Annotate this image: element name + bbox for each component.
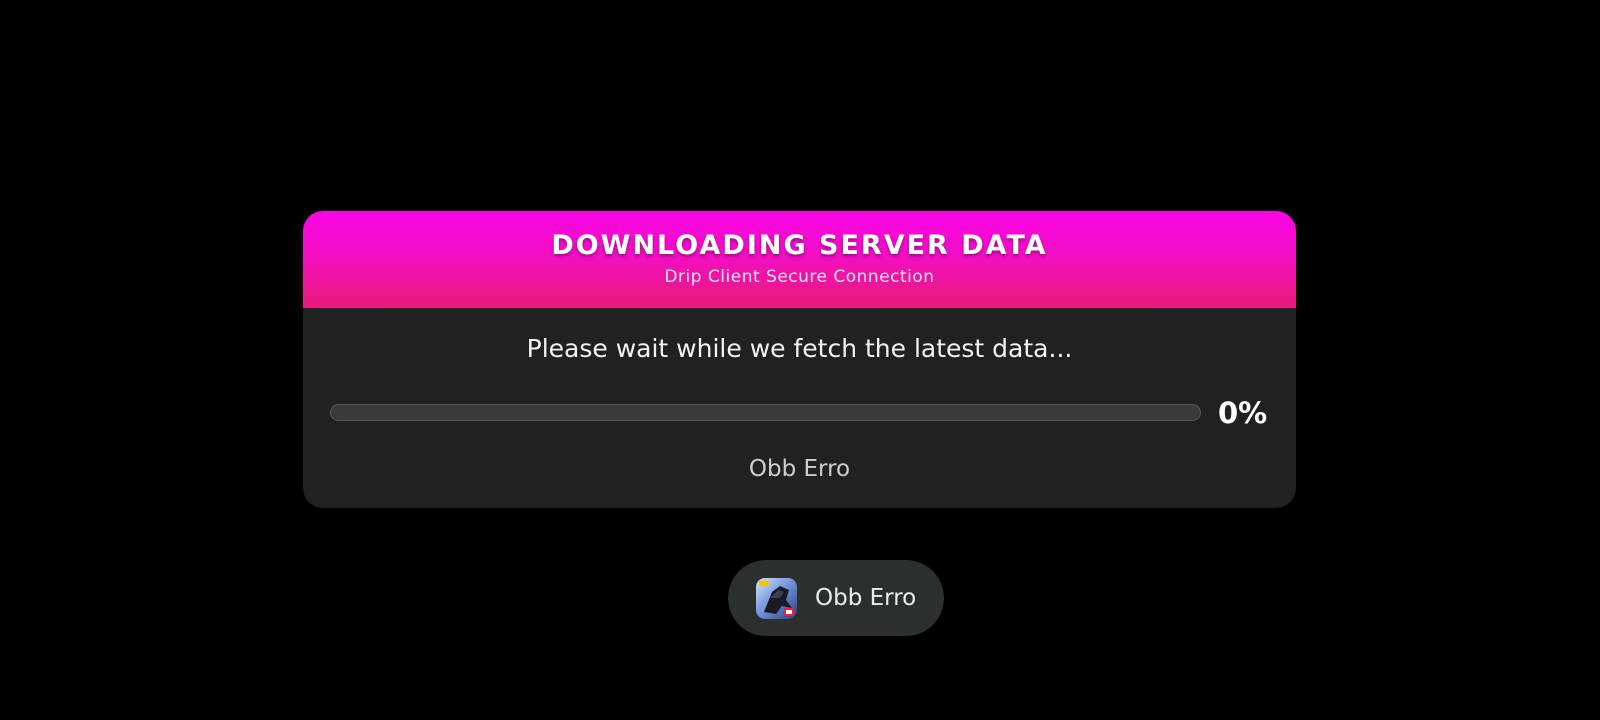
dialog-body: Please wait while we fetch the latest da… bbox=[303, 308, 1296, 508]
download-dialog: DOWNLOADING SERVER DATA Drip Client Secu… bbox=[303, 211, 1296, 508]
app-icon bbox=[756, 577, 797, 619]
status-text: Obb Erro bbox=[748, 456, 851, 482]
progress-percent: 0% bbox=[1218, 396, 1268, 430]
dialog-header: DOWNLOADING SERVER DATA Drip Client Secu… bbox=[303, 211, 1296, 308]
dialog-subtitle: Drip Client Secure Connection bbox=[664, 267, 935, 287]
toast-text: Obb Erro bbox=[815, 585, 917, 611]
wait-message: Please wait while we fetch the latest da… bbox=[526, 334, 1073, 363]
dialog-title: DOWNLOADING SERVER DATA bbox=[551, 230, 1048, 261]
progress-bar bbox=[330, 404, 1201, 421]
toast-notification: Obb Erro bbox=[728, 560, 944, 636]
screen: DOWNLOADING SERVER DATA Drip Client Secu… bbox=[0, 0, 1600, 720]
